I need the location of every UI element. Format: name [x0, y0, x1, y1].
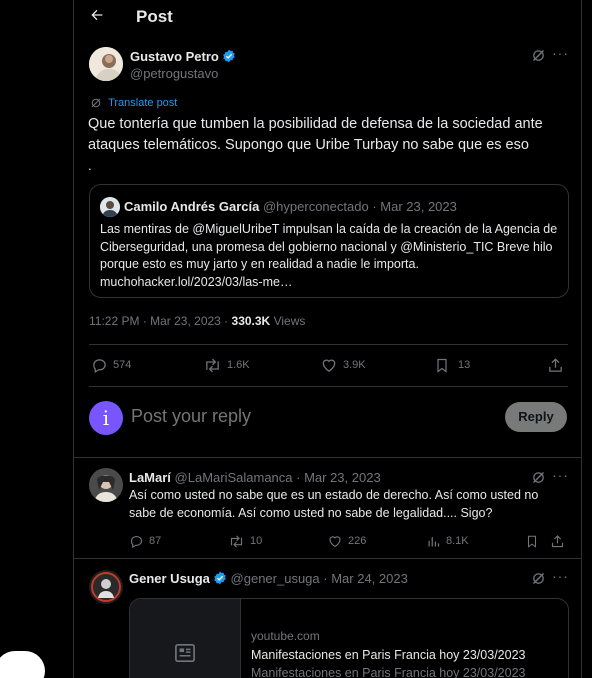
post-actions: 574 1.6K 3.9K 13 [89, 355, 568, 377]
reply-input[interactable] [131, 406, 431, 427]
author-name-row[interactable]: Gustavo Petro [130, 48, 236, 66]
divider [74, 457, 581, 458]
bookmark-icon [437, 358, 447, 373]
quoted-post[interactable]: Camilo Andrés García @hyperconectado · M… [89, 184, 569, 298]
quoted-author-avatar [100, 197, 120, 217]
repost-icon [206, 358, 219, 372]
current-user-avatar[interactable]: i [89, 401, 123, 435]
messages-drawer-button[interactable] [0, 651, 45, 678]
reply-text: Así como usted no sabe que es un estado … [129, 488, 539, 520]
share-icon [551, 534, 564, 547]
reply-date[interactable]: · Mar 23, 2023 [296, 470, 381, 485]
verified-badge-icon [213, 571, 227, 585]
reply-header: LaMarí @LaMariSalamanca · Mar 23, 2023 [129, 470, 381, 485]
like-button[interactable]: 3.9K [320, 355, 366, 375]
analytics-icon [428, 536, 440, 546]
more-options-icon[interactable]: ··· [552, 467, 569, 483]
reply-author-handle[interactable]: @LaMariSalamanca [175, 470, 293, 485]
reply-icon [130, 535, 143, 548]
post-text-trailing: . [88, 158, 92, 173]
bookmark-button[interactable]: 13 [434, 355, 470, 375]
post-meta: 11:22 PM · Mar 23, 2023 · 330.3K Views [89, 314, 305, 328]
reply-icon [93, 358, 106, 373]
quoted-author-handle: @hyperconectado [262, 199, 369, 214]
repost-count: 10 [250, 535, 263, 547]
link-card-description: Manifestaciones en Paris Francia hoy 23/… [251, 666, 526, 678]
repost-button[interactable]: 10 [228, 531, 262, 551]
grok-icon[interactable] [531, 470, 547, 486]
views-count: 8.1K [446, 535, 469, 547]
more-options-icon[interactable]: ··· [552, 568, 569, 584]
reply-author-name[interactable]: Gener Usuga [129, 571, 210, 586]
divider [89, 344, 568, 345]
more-options-icon[interactable]: ··· [552, 45, 569, 61]
link-card-thumbnail [130, 599, 241, 678]
like-button[interactable]: 226 [327, 531, 366, 551]
reply-count: 574 [113, 359, 132, 371]
reply-count: 87 [149, 535, 162, 547]
reply-button[interactable]: 87 [129, 531, 161, 551]
back-arrow-icon[interactable] [89, 6, 109, 26]
grok-icon[interactable] [531, 571, 547, 587]
grok-icon[interactable] [531, 48, 547, 64]
page-title: Post [136, 7, 173, 26]
divider [74, 558, 581, 559]
quoted-author-name: Camilo Andrés García [124, 199, 260, 214]
verified-badge-icon [222, 49, 236, 63]
link-card-title: Manifestaciones en Paris Francia hoy 23/… [251, 648, 526, 662]
divider [89, 386, 568, 387]
share-button[interactable] [547, 355, 564, 375]
quoted-date: · Mar 23, 2023 [372, 199, 457, 214]
author-name[interactable]: Gustavo Petro [130, 49, 219, 64]
article-icon [175, 644, 195, 662]
views-label: Views [273, 314, 306, 328]
link-card-domain: youtube.com [251, 629, 320, 643]
views-count: 330.3K [231, 314, 271, 328]
bookmark-icon [527, 535, 537, 548]
author-avatar[interactable] [89, 47, 123, 81]
bookmark-button[interactable] [525, 531, 539, 551]
repost-count: 1.6K [227, 359, 250, 371]
reply-submit-button[interactable]: Reply [505, 402, 567, 432]
heart-icon [329, 535, 341, 547]
reply-author-avatar[interactable] [89, 570, 123, 604]
reply-author-handle[interactable]: @gener_usuga [231, 571, 320, 586]
like-count: 3.9K [343, 359, 366, 371]
views-button[interactable]: 8.1K [426, 531, 469, 551]
reply-date[interactable]: · Mar 24, 2023 [323, 571, 408, 586]
link-card[interactable]: youtube.com Manifestaciones en Paris Fra… [129, 598, 569, 678]
reply-actions: 87 10 226 8.1K [129, 531, 569, 549]
bookmark-count: 13 [458, 359, 471, 371]
repost-icon [230, 534, 243, 548]
quoted-header: Camilo Andrés García @hyperconectado · M… [124, 199, 457, 214]
like-count: 226 [348, 535, 367, 547]
reply-author-name[interactable]: LaMarí [129, 470, 171, 485]
post-timestamp[interactable]: 11:22 PM · Mar 23, 2023 · [89, 314, 228, 328]
post-column: Post Gustavo Petro @petrogustavo ··· Tra… [73, 0, 582, 678]
post-text: Que tontería que tumben la posibilidad d… [88, 116, 543, 153]
share-icon [549, 357, 562, 372]
reply-author-avatar[interactable] [89, 468, 123, 502]
post-header: Post [74, 0, 581, 36]
reply-header: Gener Usuga @gener_usuga · Mar 24, 2023 [129, 571, 408, 586]
share-button[interactable] [550, 531, 565, 551]
quoted-text: Las mentiras de @MiguelUribeT impulsan l… [100, 222, 558, 289]
translate-post-link[interactable]: Translate post [90, 97, 177, 109]
repost-button[interactable]: 1.6K [203, 355, 250, 375]
translate-post-label[interactable]: Translate post [108, 97, 177, 109]
heart-icon [322, 359, 336, 372]
author-handle[interactable]: @petrogustavo [130, 66, 218, 81]
translate-icon [91, 98, 101, 108]
reply-button[interactable]: 574 [91, 355, 131, 375]
